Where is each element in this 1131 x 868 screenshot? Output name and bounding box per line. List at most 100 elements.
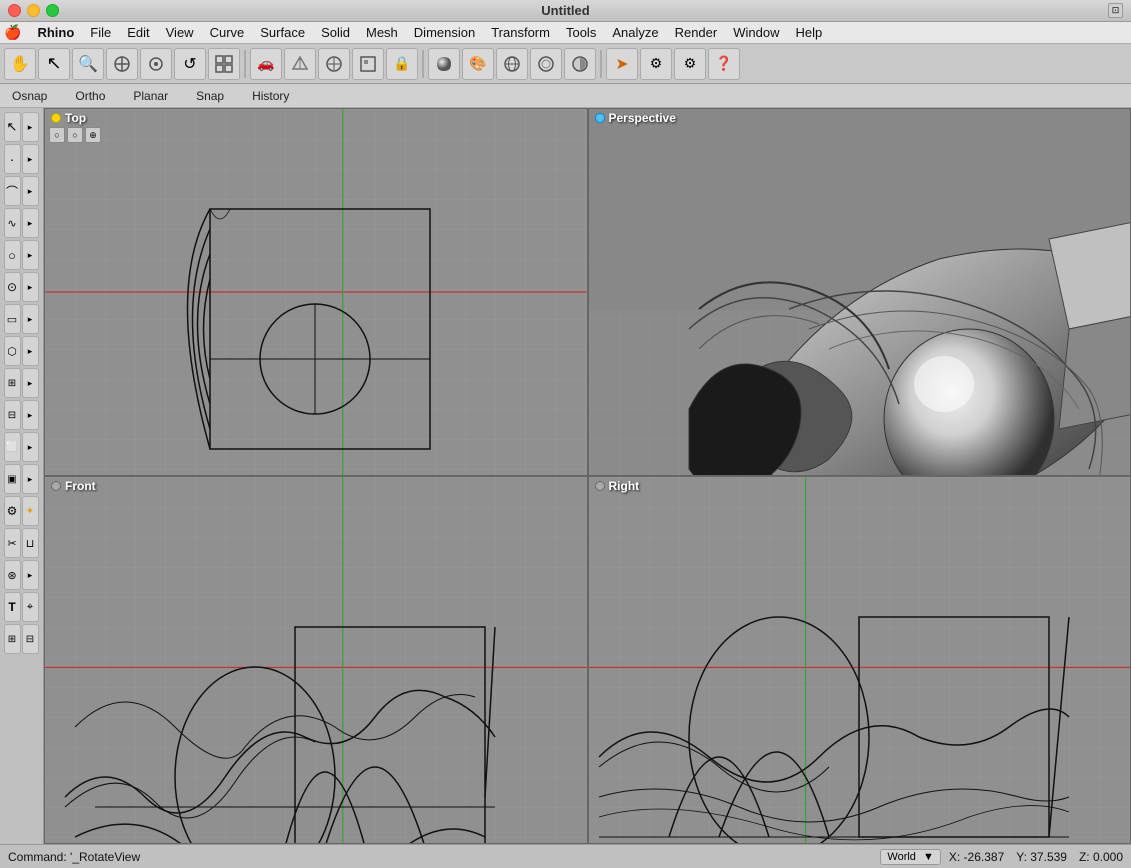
- help-btn[interactable]: ❓: [708, 48, 740, 80]
- menu-view[interactable]: View: [158, 23, 202, 42]
- gear-btn[interactable]: ⚙: [4, 496, 21, 526]
- transform-sub-btn[interactable]: ▸: [22, 368, 39, 398]
- select-pair: ↖ ▸: [4, 112, 40, 142]
- menu-transform[interactable]: Transform: [483, 23, 558, 42]
- array-btn[interactable]: ⊟: [4, 400, 21, 430]
- trim-btn[interactable]: ✂: [4, 528, 21, 558]
- transform-btn[interactable]: ⊞: [4, 368, 21, 398]
- layer-btn[interactable]: ⊞: [4, 624, 21, 654]
- analyze-sub-btn[interactable]: ▸: [22, 560, 39, 590]
- menu-file[interactable]: File: [82, 23, 119, 42]
- analyze-btn[interactable]: ⊛: [4, 560, 21, 590]
- vp-top-btn3[interactable]: ⊕: [85, 127, 101, 143]
- pan-btn[interactable]: [318, 48, 350, 80]
- menu-solid[interactable]: Solid: [313, 23, 358, 42]
- hand-tool-btn[interactable]: ✋: [4, 48, 36, 80]
- named-view-btn[interactable]: [352, 48, 384, 80]
- shading-btn[interactable]: [564, 48, 596, 80]
- settings-1-btn[interactable]: ⚙: [640, 48, 672, 80]
- menu-edit[interactable]: Edit: [119, 23, 157, 42]
- render-shaded-btn[interactable]: [428, 48, 460, 80]
- ellipse-btn[interactable]: ⊙: [4, 272, 21, 302]
- circle-btn[interactable]: ○: [4, 240, 21, 270]
- globe-btn[interactable]: [496, 48, 528, 80]
- zoom-all-btn[interactable]: [106, 48, 138, 80]
- planar-toggle[interactable]: Planar: [129, 87, 172, 105]
- select-btn[interactable]: ↖: [4, 112, 21, 142]
- ellipse-sub-btn[interactable]: ▸: [22, 272, 39, 302]
- viewport-front[interactable]: Front OceanofDMG: [44, 476, 588, 844]
- zoom-button[interactable]: ⊡: [1108, 3, 1123, 18]
- color-wheel-btn[interactable]: 🎨: [462, 48, 494, 80]
- zoom-selected-btn[interactable]: [140, 48, 172, 80]
- point-btn[interactable]: ·: [4, 144, 21, 174]
- menu-dimension[interactable]: Dimension: [406, 23, 483, 42]
- menu-tools[interactable]: Tools: [558, 23, 604, 42]
- apple-logo[interactable]: 🍎: [4, 24, 21, 41]
- close-button[interactable]: [8, 4, 21, 17]
- viewport-top-indicator: [51, 113, 61, 123]
- viewport-perspective[interactable]: Perspective: [588, 108, 1131, 476]
- vp-top-btn2[interactable]: ○: [67, 127, 83, 143]
- maximize-button[interactable]: [46, 4, 59, 17]
- toolbar-sep-3: [600, 50, 602, 78]
- toolbar-sep-1: [244, 50, 246, 78]
- bottom-btn[interactable]: ⊟: [22, 624, 39, 654]
- rect-btn[interactable]: ▭: [4, 304, 21, 334]
- array-pair: ⊟ ▸: [4, 400, 40, 430]
- join-btn[interactable]: ⊔: [22, 528, 39, 558]
- vp-top-btn1[interactable]: ○: [49, 127, 65, 143]
- menu-bar: 🍎 Rhino File Edit View Curve Surface Sol…: [0, 22, 1131, 44]
- menu-help[interactable]: Help: [787, 23, 830, 42]
- zoom-in-btn[interactable]: 🔍: [72, 48, 104, 80]
- minimize-button[interactable]: [27, 4, 40, 17]
- text-btn[interactable]: T: [4, 592, 21, 622]
- cursor-tool-btn[interactable]: ↖: [38, 48, 70, 80]
- viewport-right[interactable]: Right: [588, 476, 1131, 844]
- car-icon-btn[interactable]: 🚗: [250, 48, 282, 80]
- viewport-perspective-svg: X Y Z: [589, 109, 1131, 475]
- circle-sub-btn[interactable]: ▸: [22, 240, 39, 270]
- ortho-toggle[interactable]: Ortho: [71, 87, 109, 105]
- rect-sub-btn[interactable]: ▸: [22, 304, 39, 334]
- window-controls: [8, 4, 59, 17]
- extrude-sub-btn[interactable]: ▸: [22, 464, 39, 494]
- display-mode-btn[interactable]: [530, 48, 562, 80]
- curve-arc-btn[interactable]: ⌒: [4, 176, 21, 206]
- curve-sub-btn[interactable]: ▸: [22, 176, 39, 206]
- z-coord: Z: 0.000: [1079, 850, 1123, 864]
- mesh-btn[interactable]: [284, 48, 316, 80]
- point-sub-btn[interactable]: ▸: [22, 144, 39, 174]
- poly-sub-btn[interactable]: ▸: [22, 336, 39, 366]
- extrude-btn[interactable]: ▣: [4, 464, 21, 494]
- viewport-top[interactable]: Top ○ ○ ⊕: [44, 108, 588, 476]
- gear-sub-btn[interactable]: ✦: [22, 496, 39, 526]
- viewport-right-indicator: [595, 481, 605, 491]
- extrude-pair: ▣ ▸: [4, 464, 40, 494]
- history-toggle[interactable]: History: [248, 87, 293, 105]
- curve-free-btn[interactable]: ∿: [4, 208, 21, 238]
- viewport-layout-btn[interactable]: [208, 48, 240, 80]
- world-dropdown[interactable]: World ▼: [880, 849, 940, 865]
- settings-2-btn[interactable]: ⚙: [674, 48, 706, 80]
- array-sub-btn[interactable]: ▸: [22, 400, 39, 430]
- surface-btn[interactable]: ⬜: [4, 432, 21, 462]
- menu-curve[interactable]: Curve: [202, 23, 253, 42]
- poly-btn[interactable]: ⬡: [4, 336, 21, 366]
- dim-btn[interactable]: ⌖: [22, 592, 39, 622]
- menu-surface[interactable]: Surface: [252, 23, 313, 42]
- arrow-right-btn[interactable]: ➤: [606, 48, 638, 80]
- menu-rhino[interactable]: Rhino: [29, 23, 82, 42]
- curve-free-sub-btn[interactable]: ▸: [22, 208, 39, 238]
- lock-btn[interactable]: 🔒: [386, 48, 418, 80]
- surface-sub-btn[interactable]: ▸: [22, 432, 39, 462]
- rotate-view-btn[interactable]: ↺: [174, 48, 206, 80]
- menu-window[interactable]: Window: [725, 23, 787, 42]
- select-sub-btn[interactable]: ▸: [22, 112, 39, 142]
- layer-pair: ⊞ ⊟: [4, 624, 40, 654]
- osnap-toggle[interactable]: Osnap: [8, 87, 51, 105]
- snap-toggle[interactable]: Snap: [192, 87, 228, 105]
- menu-analyze[interactable]: Analyze: [604, 23, 666, 42]
- menu-render[interactable]: Render: [667, 23, 726, 42]
- menu-mesh[interactable]: Mesh: [358, 23, 406, 42]
